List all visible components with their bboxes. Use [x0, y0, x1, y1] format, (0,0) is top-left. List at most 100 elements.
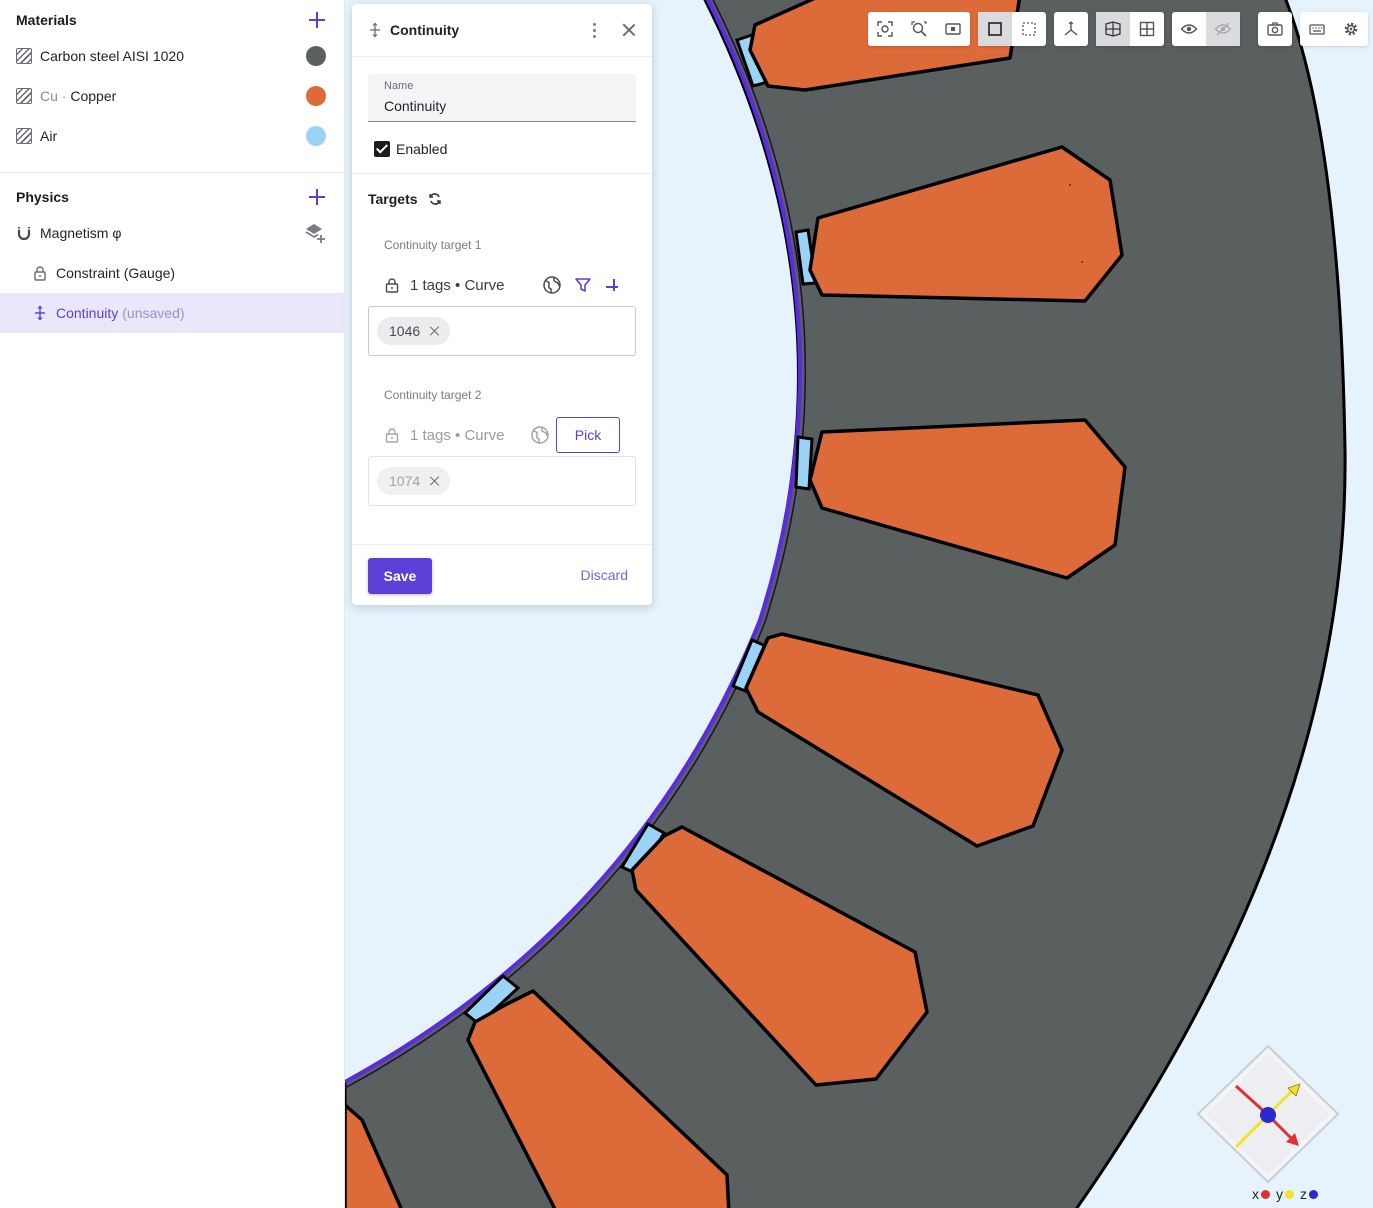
section-view-icon: [1105, 21, 1121, 37]
tag-label: 1074: [389, 473, 421, 489]
more-options-button[interactable]: [586, 22, 602, 38]
materials-title: Materials: [16, 12, 77, 28]
x-axis-label: x: [1252, 1186, 1259, 1202]
continuity-target-2: Continuity target 2 1 tags • Curve Pick …: [368, 378, 636, 506]
target-label: Continuity target 2: [384, 388, 482, 402]
material-color-swatch[interactable]: [306, 126, 326, 146]
square-icon: [988, 22, 1002, 36]
y-axis-label: y: [1276, 1186, 1283, 1202]
filter-icon[interactable]: [574, 276, 592, 294]
save-button[interactable]: Save: [368, 558, 432, 594]
add-material-button[interactable]: [307, 10, 327, 30]
physics-label: Constraint (Gauge): [56, 265, 176, 281]
screenshot-toolbar: [1258, 12, 1292, 46]
target-tags-box[interactable]: 1074: [368, 456, 636, 506]
dialog-title: Continuity: [390, 22, 460, 38]
show-button[interactable]: [1172, 12, 1206, 46]
lock-icon[interactable]: [384, 277, 400, 293]
add-physics-button[interactable]: [307, 187, 327, 207]
box-select-button[interactable]: [1012, 12, 1046, 46]
material-item-steel[interactable]: Carbon steel AISI 1020: [0, 36, 344, 76]
zoom-selection-button[interactable]: [902, 12, 936, 46]
globe-icon[interactable]: [530, 425, 550, 445]
add-target-button[interactable]: [604, 277, 620, 293]
settings-button[interactable]: [1334, 12, 1368, 46]
physics-title: Physics: [16, 189, 69, 205]
enabled-checkbox-row[interactable]: Enabled: [374, 141, 447, 157]
target-summary-row: 1 tags • Curve Pick: [368, 414, 636, 456]
hide-button[interactable]: [1206, 12, 1240, 46]
material-icon: [16, 48, 32, 64]
dashed-square-icon: [1022, 22, 1036, 36]
zoom-icon: [911, 21, 927, 37]
z-axis-label: z: [1300, 1186, 1307, 1202]
dialog-header: Continuity: [352, 4, 652, 57]
physics-label: Magnetism φ: [40, 225, 122, 241]
dialog-divider: [352, 173, 652, 174]
orientation-triad[interactable]: [1196, 1044, 1340, 1208]
view-layout-toolbar: [1096, 12, 1164, 46]
material-label: Carbon steel AISI 1020: [40, 48, 184, 64]
zoom-fit-button[interactable]: [868, 12, 902, 46]
eye-off-icon: [1214, 22, 1232, 36]
target-label: Continuity target 1: [384, 238, 482, 252]
material-item-copper[interactable]: Cu · Copper: [0, 76, 344, 116]
axis-legend: x y z: [1252, 1186, 1322, 1202]
remove-tag-icon[interactable]: [430, 476, 440, 486]
globe-icon[interactable]: [542, 275, 562, 295]
keyboard-icon: [1309, 24, 1325, 35]
dialog-footer: Save Discard: [352, 544, 652, 605]
axes-icon: [1064, 21, 1078, 36]
screenshot-button[interactable]: [1258, 12, 1292, 46]
material-color-swatch[interactable]: [306, 46, 326, 66]
physics-label: Continuity: [56, 305, 119, 321]
add-layer-icon[interactable]: [304, 222, 326, 244]
eye-icon: [1180, 24, 1198, 34]
refresh-icon[interactable]: [428, 192, 442, 206]
targets-header: Targets: [368, 191, 442, 207]
remove-tag-icon[interactable]: [430, 326, 440, 336]
pick-button[interactable]: Pick: [556, 417, 620, 453]
axes-button[interactable]: [1054, 12, 1088, 46]
keyboard-shortcuts-button[interactable]: [1300, 12, 1334, 46]
tag-chip[interactable]: 1074: [377, 467, 451, 495]
sidebar: Materials Carbon steel AISI 1020 Cu · Co…: [0, 0, 345, 1208]
grid-view-button[interactable]: [1130, 12, 1164, 46]
visibility-toolbar: [1172, 12, 1240, 46]
continuity-dialog: Continuity Name Continuity Enabled Targe…: [352, 4, 652, 605]
targets-title: Targets: [368, 191, 418, 207]
unsaved-indicator: (unsaved): [122, 305, 185, 321]
y-axis-dot: [1285, 1189, 1294, 1199]
material-prefix: Cu: [40, 88, 58, 104]
focus-icon: [877, 21, 893, 37]
frame-button[interactable]: [936, 12, 970, 46]
continuity-target-1: Continuity target 1 1 tags • Curve 1046: [368, 228, 636, 356]
target-summary: 1 tags • Curve: [410, 276, 505, 294]
target-tags-box[interactable]: 1046: [368, 306, 636, 356]
frame-icon: [945, 23, 961, 35]
lock-icon[interactable]: [384, 427, 400, 443]
tag-chip[interactable]: 1046: [377, 317, 451, 345]
physics-item-magnetism[interactable]: Magnetism φ: [0, 213, 344, 253]
target-summary: 1 tags • Curve: [410, 426, 505, 444]
material-item-air[interactable]: Air: [0, 116, 344, 156]
camera-icon: [1267, 22, 1283, 36]
physics-item-continuity[interactable]: Continuity (unsaved): [0, 293, 344, 333]
section-view-button[interactable]: [1096, 12, 1130, 46]
gear-icon: [1344, 22, 1358, 36]
physics-item-constraint[interactable]: Constraint (Gauge): [0, 253, 344, 293]
material-color-swatch[interactable]: [306, 86, 326, 106]
name-field[interactable]: Name Continuity: [368, 74, 636, 122]
x-axis-dot: [1261, 1189, 1270, 1199]
name-field-value[interactable]: Continuity: [384, 98, 620, 114]
solid-select-button[interactable]: [978, 12, 1012, 46]
material-icon: [16, 88, 32, 104]
z-axis-dot: [1309, 1189, 1318, 1199]
physics-header: Physics: [0, 179, 345, 215]
enabled-checkbox[interactable]: [374, 141, 390, 157]
selection-mode-toolbar: [978, 12, 1046, 46]
grid-icon: [1139, 21, 1155, 37]
discard-button[interactable]: Discard: [581, 567, 628, 583]
continuity-icon: [35, 305, 45, 321]
close-icon[interactable]: [622, 23, 636, 37]
